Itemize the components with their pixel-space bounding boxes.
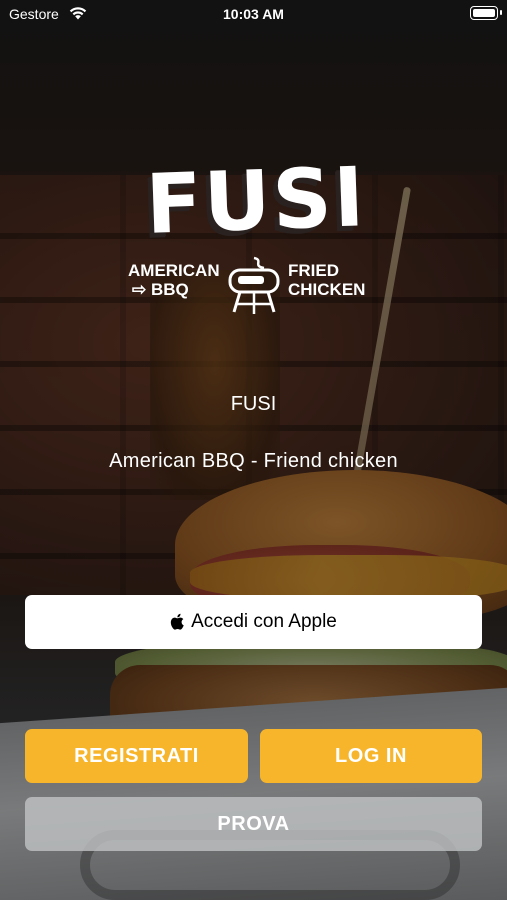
logo-left-text: AMERICAN ⇨ BBQ [128,261,223,299]
app-tagline: American BBQ - Friend chicken [109,450,398,472]
logo-left-line2-text: BBQ [150,280,189,299]
logo-left-line1: AMERICAN [128,261,220,280]
sign-in-with-apple-button[interactable]: Accedi con Apple [25,595,482,649]
login-button[interactable]: LOG IN [260,729,482,783]
smoker-icon [228,256,280,314]
logo-left-line2: ⇨ BBQ [132,280,189,299]
login-button-label: LOG IN [335,744,407,767]
logo-right-line2: CHICKEN [288,280,366,299]
register-button[interactable]: REGISTRATI [25,729,248,783]
logo-wordmark: FUSI [144,150,368,253]
status-bar: Gestore 10:03 AM [0,0,507,30]
battery-icon [470,6,502,20]
app-name: FUSI [230,393,277,415]
try-button-label: PROVA [217,812,290,835]
try-button[interactable]: PROVA [25,797,482,851]
logo-right-text: FRIED CHICKEN [288,261,380,299]
logo-right-line1: FRIED [288,261,339,280]
register-button-label: REGISTRATI [74,744,199,767]
apple-button-label: Accedi con Apple [191,611,337,632]
status-time: 10:03 AM [223,6,284,22]
brand-logo: FUSI AMERICAN ⇨ BBQ FRIED CHICKEN [126,150,382,318]
apple-icon [170,613,184,630]
